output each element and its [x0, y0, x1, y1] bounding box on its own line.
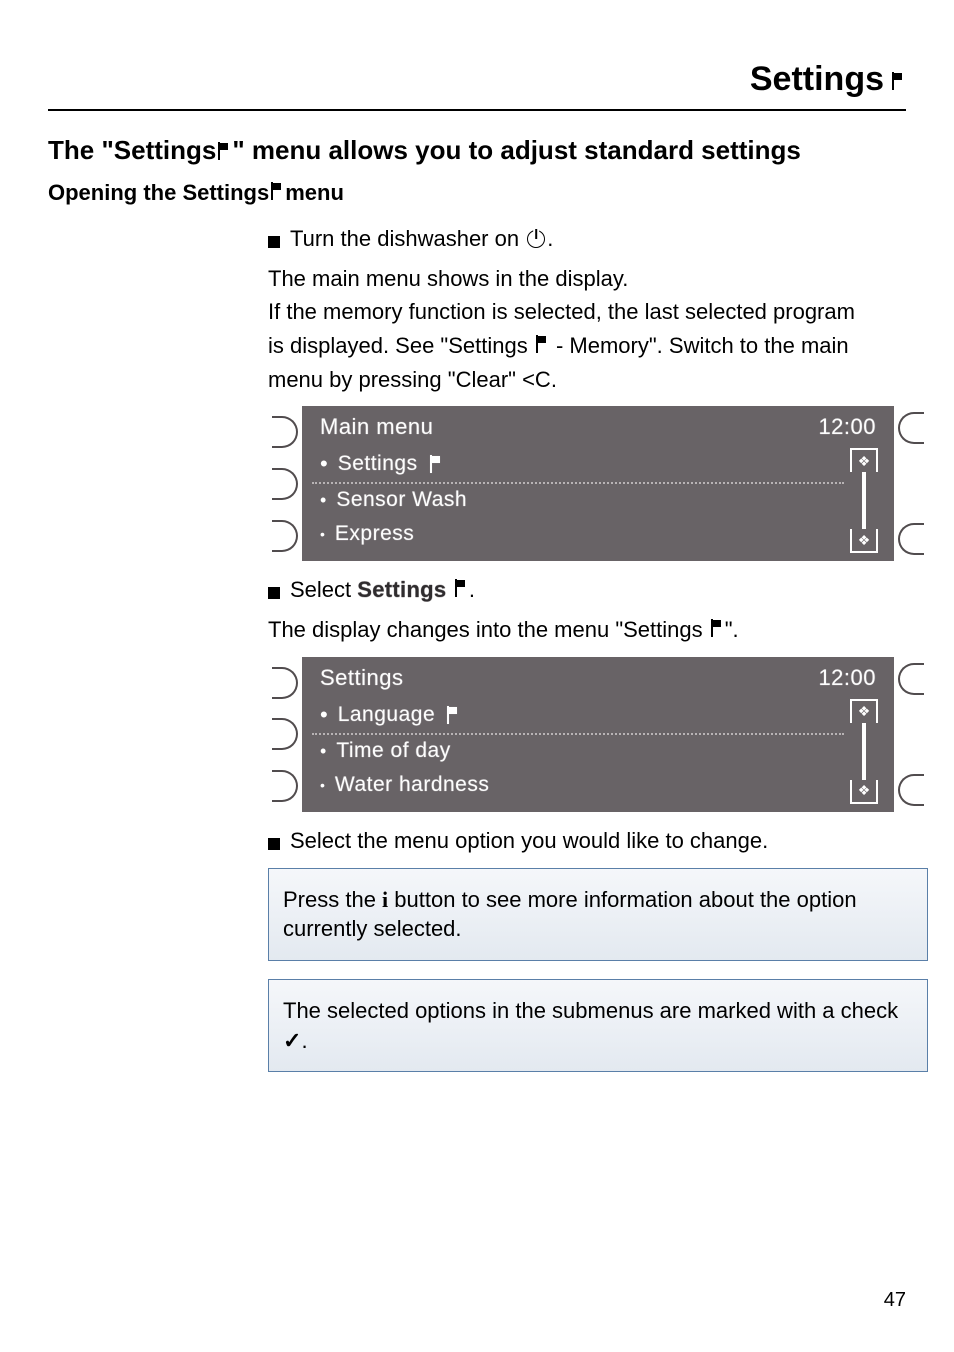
bullet-icon: [268, 838, 280, 850]
side-button[interactable]: [272, 770, 298, 802]
side-button[interactable]: [272, 718, 298, 750]
screen-time: 12:00: [818, 665, 876, 691]
bullet-icon: [268, 587, 280, 599]
flag-icon: [455, 579, 467, 597]
menu-item-time-of-day[interactable]: • Time of day: [312, 735, 844, 769]
display-screen: Main menu 12:00 • Settings • Sensor Wash: [302, 406, 894, 561]
power-icon: [527, 230, 545, 248]
scroll-up-icon[interactable]: ❖: [850, 699, 878, 723]
info-box-check: The selected options in the submenus are…: [268, 979, 928, 1072]
paragraph-display-changes: The display changes into the menu "Setti…: [268, 615, 928, 645]
check-icon: ✓: [283, 1028, 301, 1053]
display-right-buttons: [894, 657, 928, 812]
content-column: Turn the dishwasher on . The main menu s…: [268, 224, 928, 1072]
side-button[interactable]: [898, 412, 924, 444]
flag-icon: [271, 182, 283, 200]
scroll-down-icon[interactable]: ❖: [850, 780, 878, 804]
side-button[interactable]: [898, 523, 924, 555]
step-select-settings: Select Settings .: [268, 575, 928, 605]
menu-item-settings[interactable]: • Settings: [312, 448, 844, 484]
flag-icon: [536, 335, 548, 353]
menu-item-express[interactable]: • Express: [312, 518, 844, 552]
side-button[interactable]: [898, 663, 924, 695]
display-left-buttons: [268, 657, 302, 812]
scrollbar[interactable]: ❖ ❖: [844, 448, 884, 557]
page-number: 47: [884, 1289, 906, 1312]
scroll-down-icon[interactable]: ❖: [850, 529, 878, 553]
display-main-menu: Main menu 12:00 • Settings • Sensor Wash: [268, 406, 928, 561]
paragraph-main-menu: The main menu shows in the display. If t…: [268, 264, 928, 395]
side-button[interactable]: [272, 468, 298, 500]
info-box-press-i: Press the i button to see more informati…: [268, 868, 928, 961]
side-button[interactable]: [898, 774, 924, 806]
step-turn-on: Turn the dishwasher on .: [268, 224, 928, 254]
screen-list: • Language • Time of day • Water hardnes…: [312, 699, 844, 808]
menu-item-language[interactable]: • Language: [312, 699, 844, 735]
step-select-option: Select the menu option you would like to…: [268, 826, 928, 856]
menu-item-sensor-wash[interactable]: • Sensor Wash: [312, 484, 844, 518]
side-button[interactable]: [272, 667, 298, 699]
screen-list: • Settings • Sensor Wash • Express: [312, 448, 844, 557]
scrollbar[interactable]: ❖ ❖: [844, 699, 884, 808]
flag-icon: [218, 142, 230, 160]
bullet-icon: [268, 236, 280, 248]
display-right-buttons: [894, 406, 928, 561]
flag-icon: [430, 455, 442, 473]
page-title: Settings: [750, 60, 884, 99]
scroll-up-icon[interactable]: ❖: [850, 448, 878, 472]
inline-screen-text: Settings: [357, 577, 453, 602]
flag-icon: [711, 619, 723, 637]
page-header: Settings: [48, 60, 906, 111]
screen-title: Main menu: [320, 414, 433, 440]
side-button[interactable]: [272, 520, 298, 552]
display-settings-menu: Settings 12:00 • Language • Time of day: [268, 657, 928, 812]
display-left-buttons: [268, 406, 302, 561]
screen-time: 12:00: [818, 414, 876, 440]
side-button[interactable]: [272, 416, 298, 448]
display-screen: Settings 12:00 • Language • Time of day: [302, 657, 894, 812]
screen-title: Settings: [320, 665, 404, 691]
heading-sub: Opening the Settings menu: [48, 180, 906, 206]
heading-main: The "Settings " menu allows you to adjus…: [48, 135, 906, 166]
flag-icon: [447, 706, 459, 724]
flag-icon: [892, 72, 904, 90]
clear-symbol: <C: [522, 367, 551, 392]
menu-item-water-hardness[interactable]: • Water hardness: [312, 769, 844, 803]
